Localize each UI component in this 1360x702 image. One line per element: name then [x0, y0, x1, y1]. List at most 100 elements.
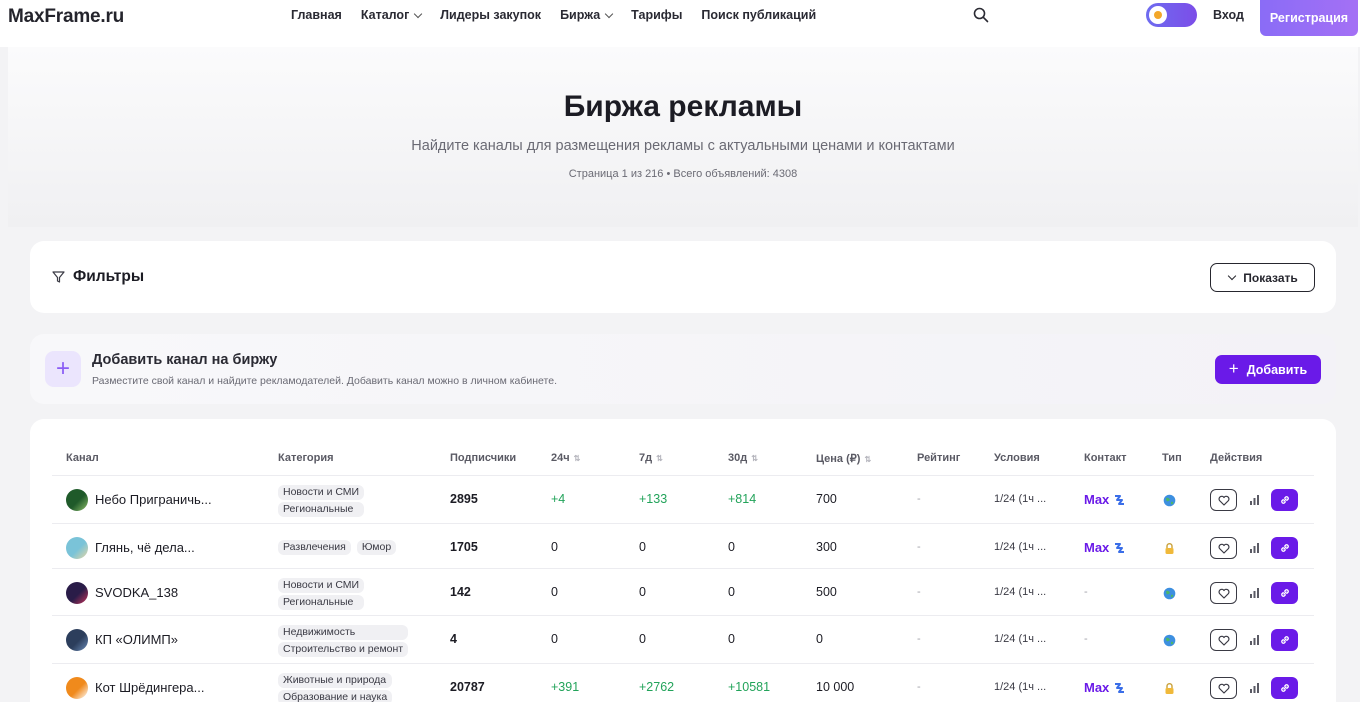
add-channel-button[interactable]: + Добавить	[1215, 355, 1321, 384]
stats-icon[interactable]	[1249, 635, 1260, 645]
hero-section	[8, 47, 1358, 227]
login-link[interactable]: Вход	[1213, 8, 1244, 22]
stats-icon[interactable]	[1249, 588, 1260, 598]
category-tag: Развлечения	[278, 540, 351, 555]
stats-icon[interactable]	[1249, 543, 1260, 553]
add-channel-banner: + Добавить канал на биржу Разместите сво…	[30, 334, 1336, 404]
favorite-button[interactable]	[1210, 629, 1237, 651]
col-subscribers[interactable]: Подписчики	[450, 452, 516, 464]
price-value: 300	[816, 540, 837, 554]
link-icon	[1280, 636, 1289, 644]
row-divider	[52, 475, 1314, 476]
globe-icon	[1163, 634, 1176, 647]
lock-icon	[1165, 683, 1174, 694]
subscribers-count: 2895	[450, 492, 478, 506]
channel-name[interactable]: Глянь, чё дела...	[95, 540, 195, 555]
rating-value: -	[917, 541, 921, 553]
favorite-button[interactable]	[1210, 489, 1237, 511]
plus-icon: +	[1228, 358, 1239, 378]
register-button[interactable]: Регистрация	[1260, 0, 1358, 36]
link-button[interactable]	[1271, 677, 1298, 699]
col-30d[interactable]: 30д ⇅	[728, 452, 758, 464]
max-contact-link[interactable]: Max	[1084, 492, 1126, 507]
channel-name[interactable]: КП «ОЛИМП»	[95, 632, 178, 647]
channels-table: Канал Категория Подписчики 24ч ⇅ 7д ⇅ 30д ⇅…	[30, 419, 1336, 702]
category-tag: Недвижимость	[278, 625, 409, 640]
add-channel-subtitle: Разместите свой канал и найдите рекламод…	[92, 375, 557, 387]
main-nav: Главная Каталог Лидеры закупок Биржа Тарифы П…	[291, 0, 835, 30]
avatar	[66, 489, 88, 511]
avatar	[66, 537, 88, 559]
channel-name[interactable]: Кот Шрёдингера...	[95, 680, 204, 695]
theme-toggle[interactable]	[1146, 3, 1197, 27]
col-30d-label: 30д	[728, 452, 748, 464]
stats-icon[interactable]	[1249, 683, 1260, 693]
max-messenger-icon	[1115, 494, 1125, 505]
category-tags: Новости и СМИ Региональные	[278, 485, 365, 517]
heart-icon	[1217, 588, 1230, 599]
nav-item-label: Биржа	[560, 8, 601, 22]
sort-icon: ⇅	[573, 454, 581, 463]
heart-icon	[1217, 543, 1230, 554]
category-tag: Юмор	[356, 540, 397, 555]
heart-icon	[1217, 495, 1230, 506]
max-contact-link[interactable]: Max	[1084, 680, 1126, 695]
channel-name[interactable]: SVODKA_138	[95, 585, 178, 600]
growth-d7: +133	[639, 492, 668, 506]
favorite-button[interactable]	[1210, 677, 1237, 699]
nav-item-label: Поиск публикаций	[701, 8, 817, 22]
col-contact: Контакт	[1084, 452, 1127, 464]
category-tags: Животные и природа Образование и наука	[278, 673, 393, 702]
table-row: КП «ОЛИМП» Недвижимость Строительство и ре…	[30, 617, 1336, 663]
growth-d24: +391	[551, 680, 580, 694]
row-divider	[52, 568, 1314, 569]
col-7d[interactable]: 7д ⇅	[639, 452, 663, 464]
sort-icon: ⇅	[864, 455, 872, 464]
category-tag: Образование и наука	[278, 690, 393, 702]
link-button[interactable]	[1271, 489, 1298, 511]
rating-value: -	[917, 633, 921, 645]
favorite-button[interactable]	[1210, 582, 1237, 604]
growth-d7: +2762	[639, 680, 675, 694]
filters-panel: Фильтры Показать	[30, 241, 1336, 313]
max-contact-label: Max	[1084, 492, 1110, 507]
nav-item[interactable]: Тарифы	[631, 8, 682, 22]
link-button[interactable]	[1271, 629, 1298, 651]
growth-d30: 0	[728, 585, 735, 599]
subscribers-count: 142	[450, 585, 471, 599]
sort-icon: ⇅	[751, 454, 758, 463]
category-tag: Новости и СМИ	[278, 578, 365, 593]
stats-icon[interactable]	[1249, 495, 1260, 505]
nav-item[interactable]: Лидеры закупок	[440, 8, 541, 22]
col-price[interactable]: Цена (₽) ⇅	[816, 452, 871, 465]
category-tag: Региональные	[278, 502, 365, 517]
nav-item[interactable]: Биржа	[560, 8, 614, 22]
conditions-value: 1/24 (1ч ...	[994, 586, 1047, 598]
max-contact-link[interactable]: Max	[1084, 540, 1126, 555]
link-button[interactable]	[1271, 582, 1298, 604]
add-channel-button-label: Добавить	[1246, 362, 1308, 377]
price-value: 700	[816, 492, 837, 506]
table-row: Небо Приграничь... Новости и СМИ Региональ…	[30, 477, 1336, 523]
link-icon	[1280, 589, 1289, 597]
nav-item[interactable]: Поиск публикаций	[701, 8, 816, 22]
col-24h-label: 24ч	[551, 452, 570, 464]
max-messenger-icon	[1115, 542, 1125, 553]
link-button[interactable]	[1271, 537, 1298, 559]
col-24h[interactable]: 24ч ⇅	[551, 452, 580, 464]
avatar	[66, 677, 88, 699]
link-icon	[1280, 544, 1289, 552]
avatar	[66, 582, 88, 604]
category-tags: Новости и СМИ Региональные	[278, 578, 365, 610]
favorite-button[interactable]	[1210, 537, 1237, 559]
growth-d30: 0	[728, 632, 735, 646]
nav-item[interactable]: Главная	[291, 8, 342, 22]
site-logo[interactable]: MaxFrame.ru	[8, 6, 124, 28]
search-icon[interactable]	[973, 7, 989, 23]
category-tag: Строительство и ремонт	[278, 642, 409, 657]
subscribers-count: 4	[450, 632, 457, 646]
show-filters-button[interactable]: Показать	[1210, 263, 1315, 292]
channel-name[interactable]: Небо Приграничь...	[95, 492, 212, 507]
nav-item[interactable]: Каталог	[361, 8, 423, 22]
price-value: 500	[816, 585, 837, 599]
